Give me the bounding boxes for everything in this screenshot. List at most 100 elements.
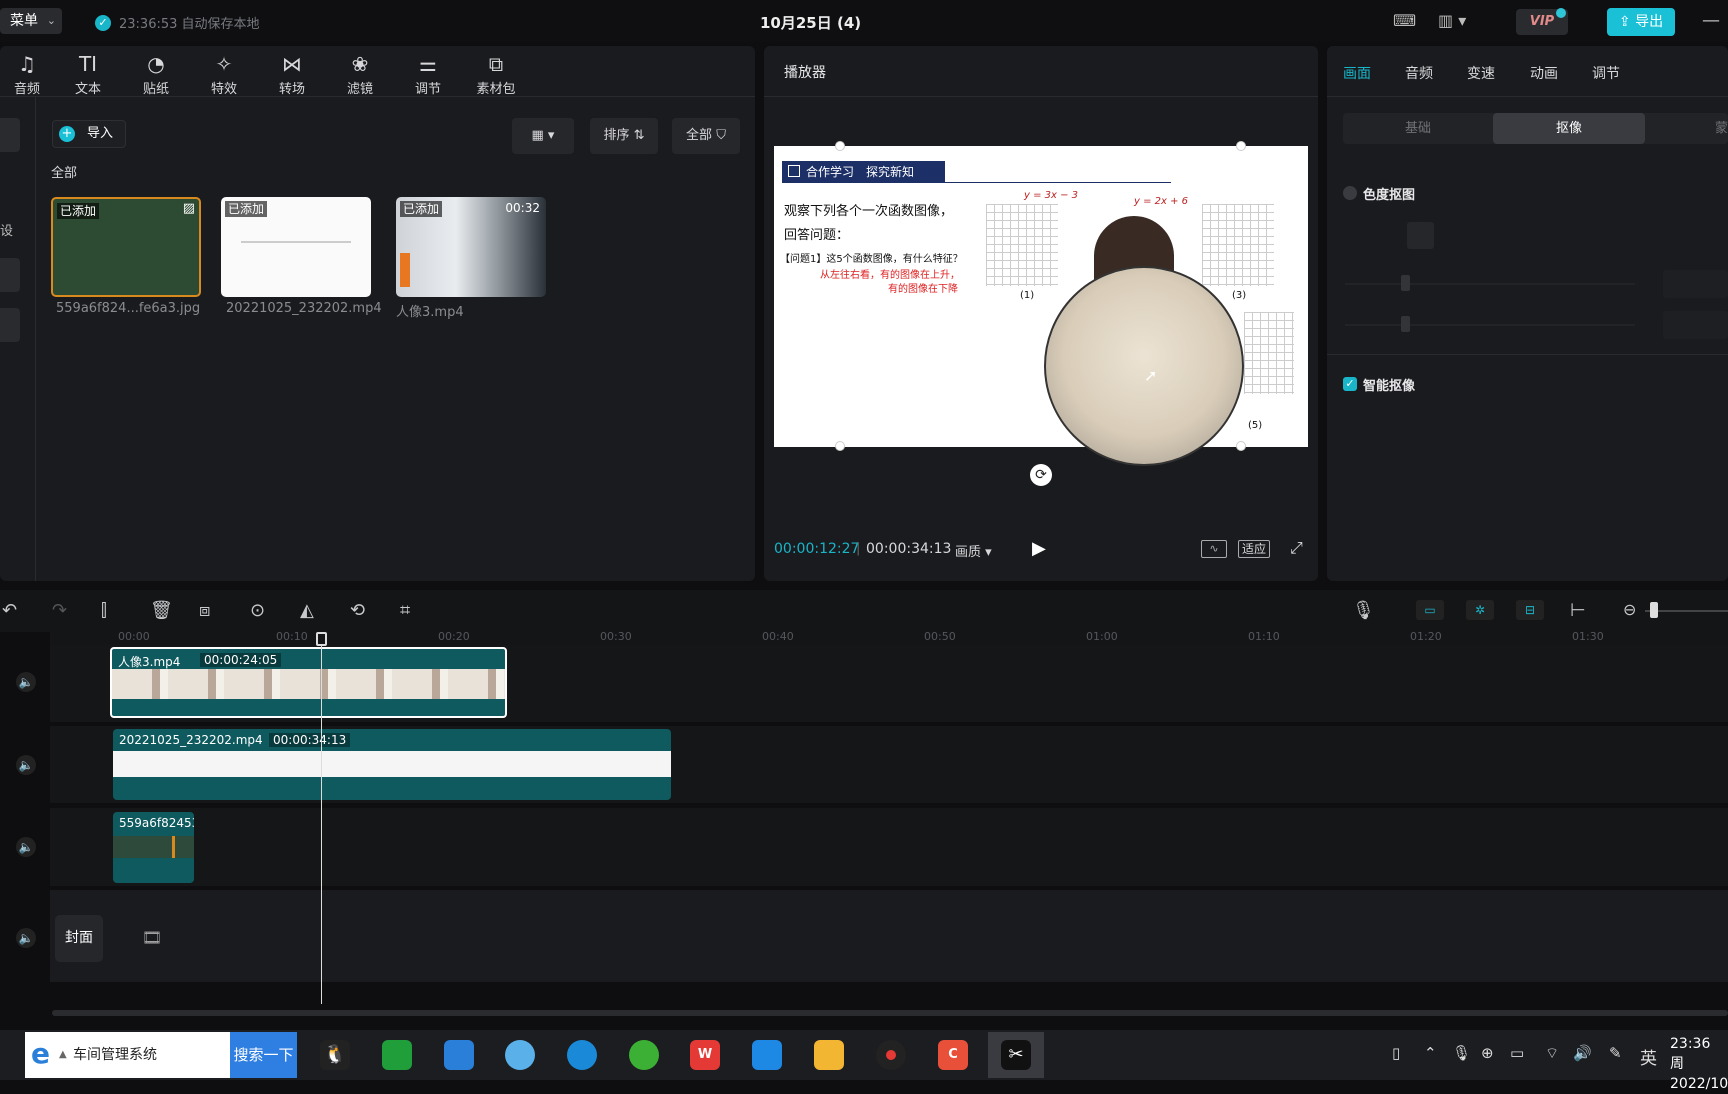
tool-sticker[interactable]: ◔ 贴纸 [122, 46, 190, 100]
wps-icon[interactable]: W [690, 1040, 720, 1070]
ime-indicator[interactable]: 英 [1640, 1044, 1657, 1069]
battery-icon[interactable]: ▯ [1392, 1044, 1400, 1062]
photos-icon[interactable] [444, 1040, 474, 1070]
crop-icon[interactable]: ⌗ [400, 600, 410, 621]
segment-basic[interactable]: 基础 [1343, 113, 1493, 144]
tool-pack[interactable]: ⧉ 素材包 [462, 46, 530, 100]
clip-slides[interactable]: 20221025_232202.mp4 00:00:34:13 [113, 729, 671, 800]
keyboard-icon[interactable]: ⌨ [1393, 11, 1416, 30]
split-icon[interactable]: ⫿ [101, 600, 107, 621]
delete-icon[interactable]: 🗑 [150, 600, 173, 621]
tab-speed[interactable]: 变速 [1467, 63, 1495, 83]
reverse-play-icon[interactable]: ⊙ [250, 600, 265, 621]
timeline-scrollbar[interactable] [52, 1010, 1728, 1016]
media-item-video[interactable]: 已添加 [221, 197, 371, 297]
speaker-icon[interactable]: 🔈 [16, 672, 36, 692]
color-picker-swatch[interactable] [1407, 222, 1434, 249]
playhead-handle[interactable] [316, 632, 327, 646]
freeze-frame-icon[interactable]: ⧈ [199, 600, 210, 621]
clip-portrait[interactable]: 人像3.mp4 00:00:24:05 [110, 647, 507, 718]
tool-adjust[interactable]: ⚌ 调节 [394, 46, 462, 100]
tool-filter[interactable]: ❀ 滤镜 [326, 46, 394, 100]
zoom-out-icon[interactable]: ⊖ [1623, 600, 1636, 619]
pen-icon[interactable]: ✎ [1609, 1044, 1622, 1062]
capcut-icon[interactable]: ✂ [1001, 1040, 1031, 1070]
export-button[interactable]: ⇪ 导出 [1607, 8, 1675, 36]
tool-transition[interactable]: ⋈ 转场 [258, 46, 326, 100]
resize-handle[interactable] [835, 441, 845, 451]
segment-cutout[interactable]: 抠像 [1493, 113, 1645, 144]
microphone-icon[interactable]: 🎙 [1352, 600, 1375, 621]
bird-app-icon[interactable] [505, 1040, 535, 1070]
media-item-image[interactable]: 已添加 ▨ [51, 197, 201, 297]
wifi-icon[interactable]: ⌔ [1545, 1044, 1559, 1063]
fit-button[interactable]: 适应 [1238, 540, 1271, 558]
menu-button[interactable]: 菜单 ⌄ [0, 8, 62, 34]
side-tab[interactable] [0, 258, 20, 292]
tab-adjust[interactable]: 调节 [1592, 63, 1620, 83]
system-clock[interactable]: 23:36 周 2022/10 [1670, 1034, 1728, 1094]
quality-dropdown[interactable]: 画质 ▾ [955, 541, 992, 560]
filter-button[interactable]: 全部 ⛉ [672, 118, 740, 154]
speaker-icon[interactable]: 🔈 [16, 837, 36, 857]
link-main-track-icon[interactable]: ▭ [1416, 600, 1444, 620]
undo-icon[interactable]: ↶ [2, 600, 17, 621]
smart-cutout-checkbox[interactable]: ✓ [1343, 377, 1357, 391]
preview-axis-icon[interactable]: ⊢ [1570, 600, 1586, 621]
play-icon[interactable]: ▶ [1032, 538, 1046, 559]
minimize-icon[interactable]: — [1702, 10, 1720, 31]
sort-button[interactable]: 排序 ⇅ [590, 118, 658, 154]
tool-audio[interactable]: ♫ 音频 [0, 46, 54, 100]
cover-button[interactable]: 封面 [55, 915, 103, 962]
segment-mask[interactable]: 蒙 [1658, 113, 1728, 144]
c-app-icon[interactable]: C [938, 1040, 968, 1070]
media-item-video[interactable]: 已添加 00:32 [396, 197, 546, 297]
taskbar-search-box[interactable]: e ▲ 车间管理系统 [25, 1032, 230, 1078]
edge-icon[interactable] [567, 1040, 597, 1070]
playhead-line[interactable] [321, 640, 322, 1004]
side-tab[interactable] [0, 118, 20, 152]
slider-track[interactable] [1345, 283, 1635, 285]
wechat-icon[interactable] [382, 1040, 412, 1070]
speaker-icon[interactable]: 🔈 [16, 928, 36, 948]
layout-icon[interactable]: ▥ ▾ [1438, 11, 1466, 30]
view-toggle-button[interactable]: ▦ ▾ [512, 118, 574, 154]
volume-icon[interactable]: 🔊 [1573, 1044, 1592, 1062]
preview-canvas[interactable]: 合作学习 探究新知 观察下列各个一次函数图像， 回答问题： 【问题1】这5个函数… [774, 146, 1308, 466]
tool-effects[interactable]: ✧ 特效 [190, 46, 258, 100]
tab-picture[interactable]: 画面 [1343, 63, 1371, 83]
chroma-key-checkbox[interactable] [1343, 186, 1357, 200]
plus-tray-icon[interactable]: ⊕ [1481, 1044, 1494, 1062]
fullscreen-icon[interactable]: ⤢ [1290, 538, 1303, 558]
search-button[interactable]: 搜索一下 [230, 1032, 297, 1078]
tab-animation[interactable]: 动画 [1530, 63, 1558, 83]
record-icon[interactable] [876, 1040, 906, 1070]
zoom-slider-handle[interactable] [1650, 602, 1658, 618]
file-explorer-icon[interactable] [814, 1040, 844, 1070]
tool-text[interactable]: TI 文本 [54, 46, 122, 100]
value-input[interactable] [1663, 270, 1728, 298]
linkage-icon[interactable]: ⊟ [1516, 600, 1544, 620]
plus-app-icon[interactable] [629, 1040, 659, 1070]
slider-handle[interactable] [1401, 316, 1410, 332]
rotate-icon[interactable]: ⟳ [1030, 464, 1052, 486]
feishu-icon[interactable] [752, 1040, 782, 1070]
rotate-clip-icon[interactable]: ⟲ [350, 600, 365, 621]
resize-handle[interactable] [1236, 441, 1246, 451]
import-button[interactable]: + 导入 [52, 120, 126, 148]
slider-handle[interactable] [1401, 275, 1410, 291]
slider-track[interactable] [1345, 324, 1635, 326]
speaker-icon[interactable]: 🔈 [16, 755, 36, 775]
storage-icon[interactable]: ▭ [1510, 1044, 1524, 1062]
chevron-up-icon[interactable]: ⌃ [1424, 1044, 1437, 1062]
mic-tray-icon[interactable]: 🎙 [1452, 1044, 1471, 1062]
mirror-icon[interactable]: ◭ [300, 600, 314, 621]
resize-handle[interactable] [835, 141, 845, 151]
clip-image[interactable]: 559a6f82453 [113, 812, 194, 883]
snap-icon[interactable]: ✲ [1466, 600, 1494, 620]
side-tab[interactable] [0, 308, 20, 342]
tab-audio[interactable]: 音频 [1405, 63, 1433, 83]
resize-handle[interactable] [1236, 141, 1246, 151]
waveform-icon[interactable]: ∿ [1201, 540, 1227, 558]
redo-icon[interactable]: ↷ [52, 600, 67, 621]
